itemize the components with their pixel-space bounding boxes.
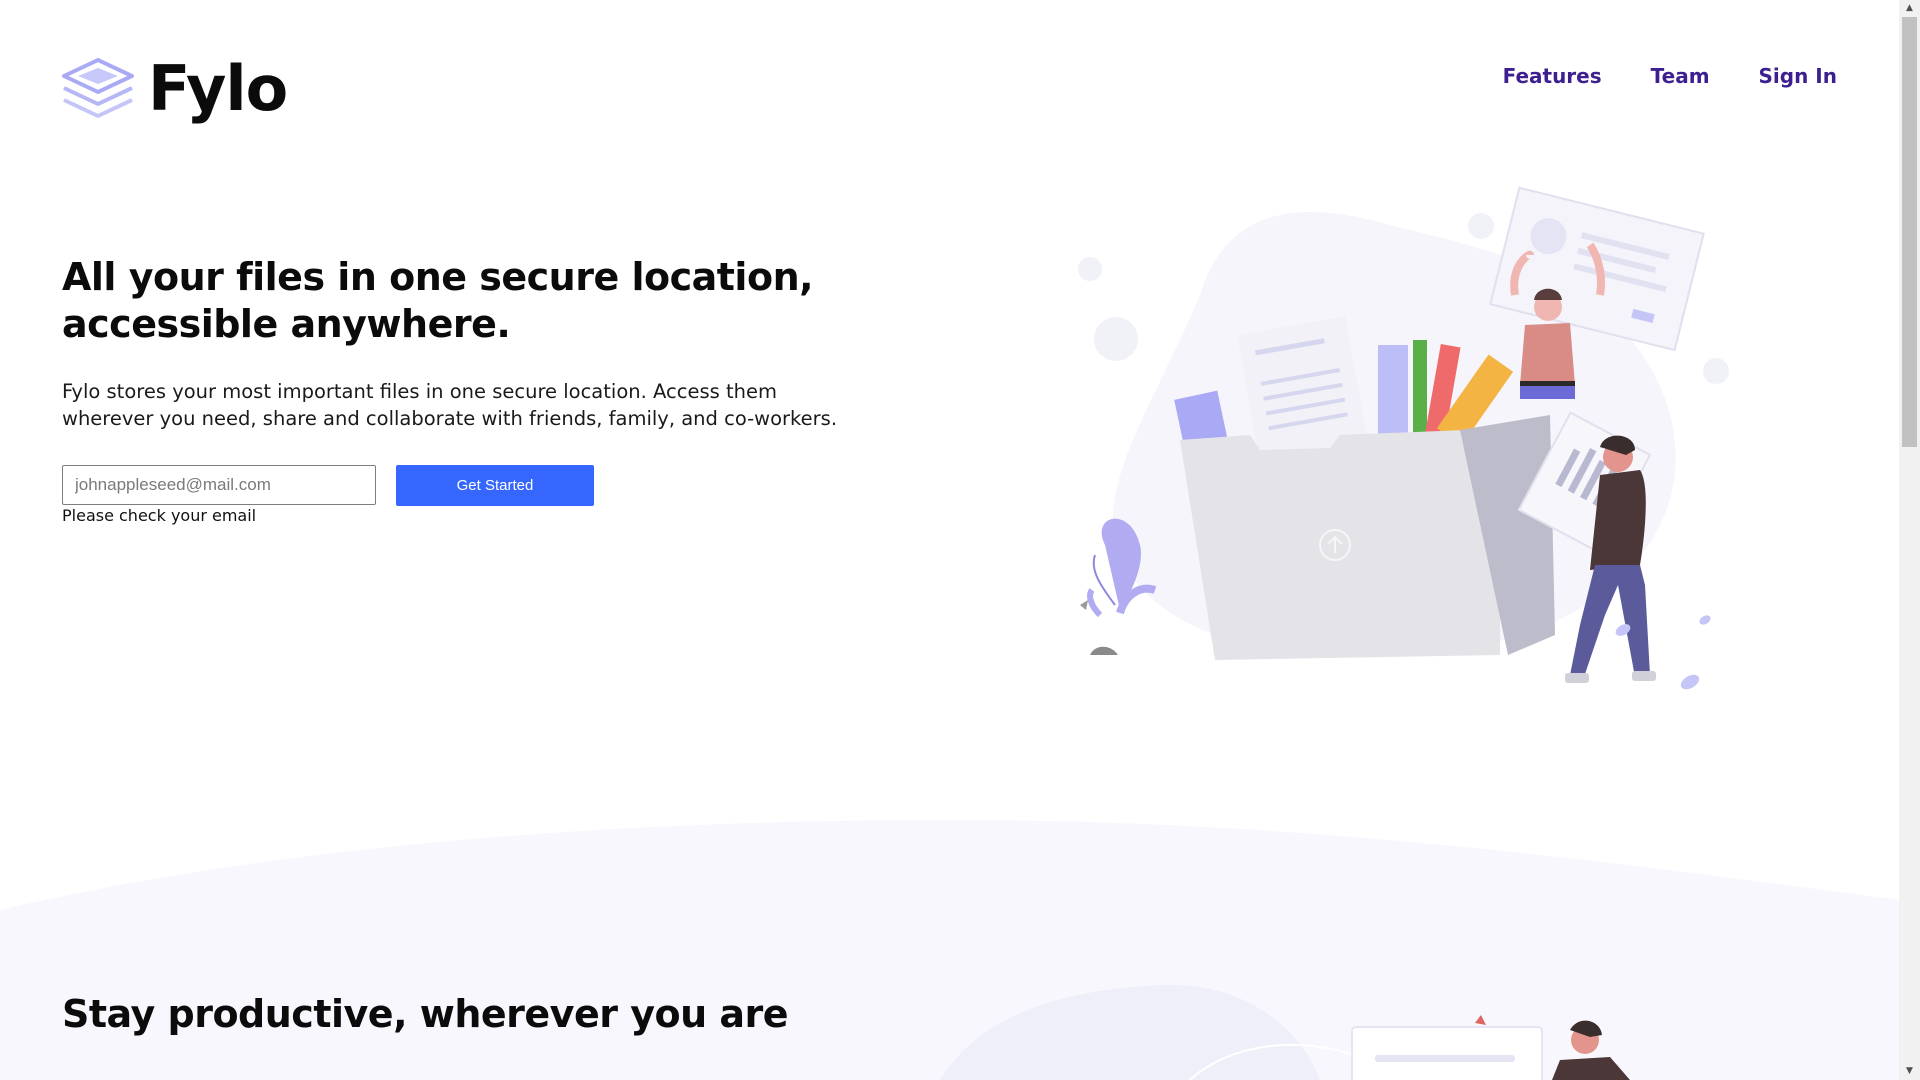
nav-link-team[interactable]: Team [1651,64,1710,88]
productive-illustration [940,985,1630,1080]
nav-link-features[interactable]: Features [1503,64,1602,88]
file-sharing-illustration [1078,186,1729,690]
landing-page: Fylo Features Team Sign In All your file… [0,0,1899,1080]
email-input[interactable] [62,465,376,505]
email-error-message: Please check your email [62,506,257,525]
vertical-scrollbar[interactable]: ▲ ▼ [1899,0,1920,1080]
main-nav: Features Team Sign In [1503,64,1837,88]
stacked-layers-icon [62,58,134,118]
nav-link-sign-in[interactable]: Sign In [1759,64,1837,88]
triangle-down-icon[interactable]: ▼ [1899,1063,1920,1080]
brand-logo[interactable]: Fylo [62,52,288,125]
hero-description: Fylo stores your most important files in… [62,380,838,430]
get-started-button[interactable]: Get Started [396,465,594,506]
scrollbar-thumb[interactable] [1902,17,1917,447]
triangle-up-icon[interactable]: ▲ [1899,0,1920,17]
section-productive-title: Stay productive, wherever you are [62,992,789,1036]
brand-name: Fylo [148,52,288,125]
hero-title: All your files in one secure location, a… [62,255,814,346]
